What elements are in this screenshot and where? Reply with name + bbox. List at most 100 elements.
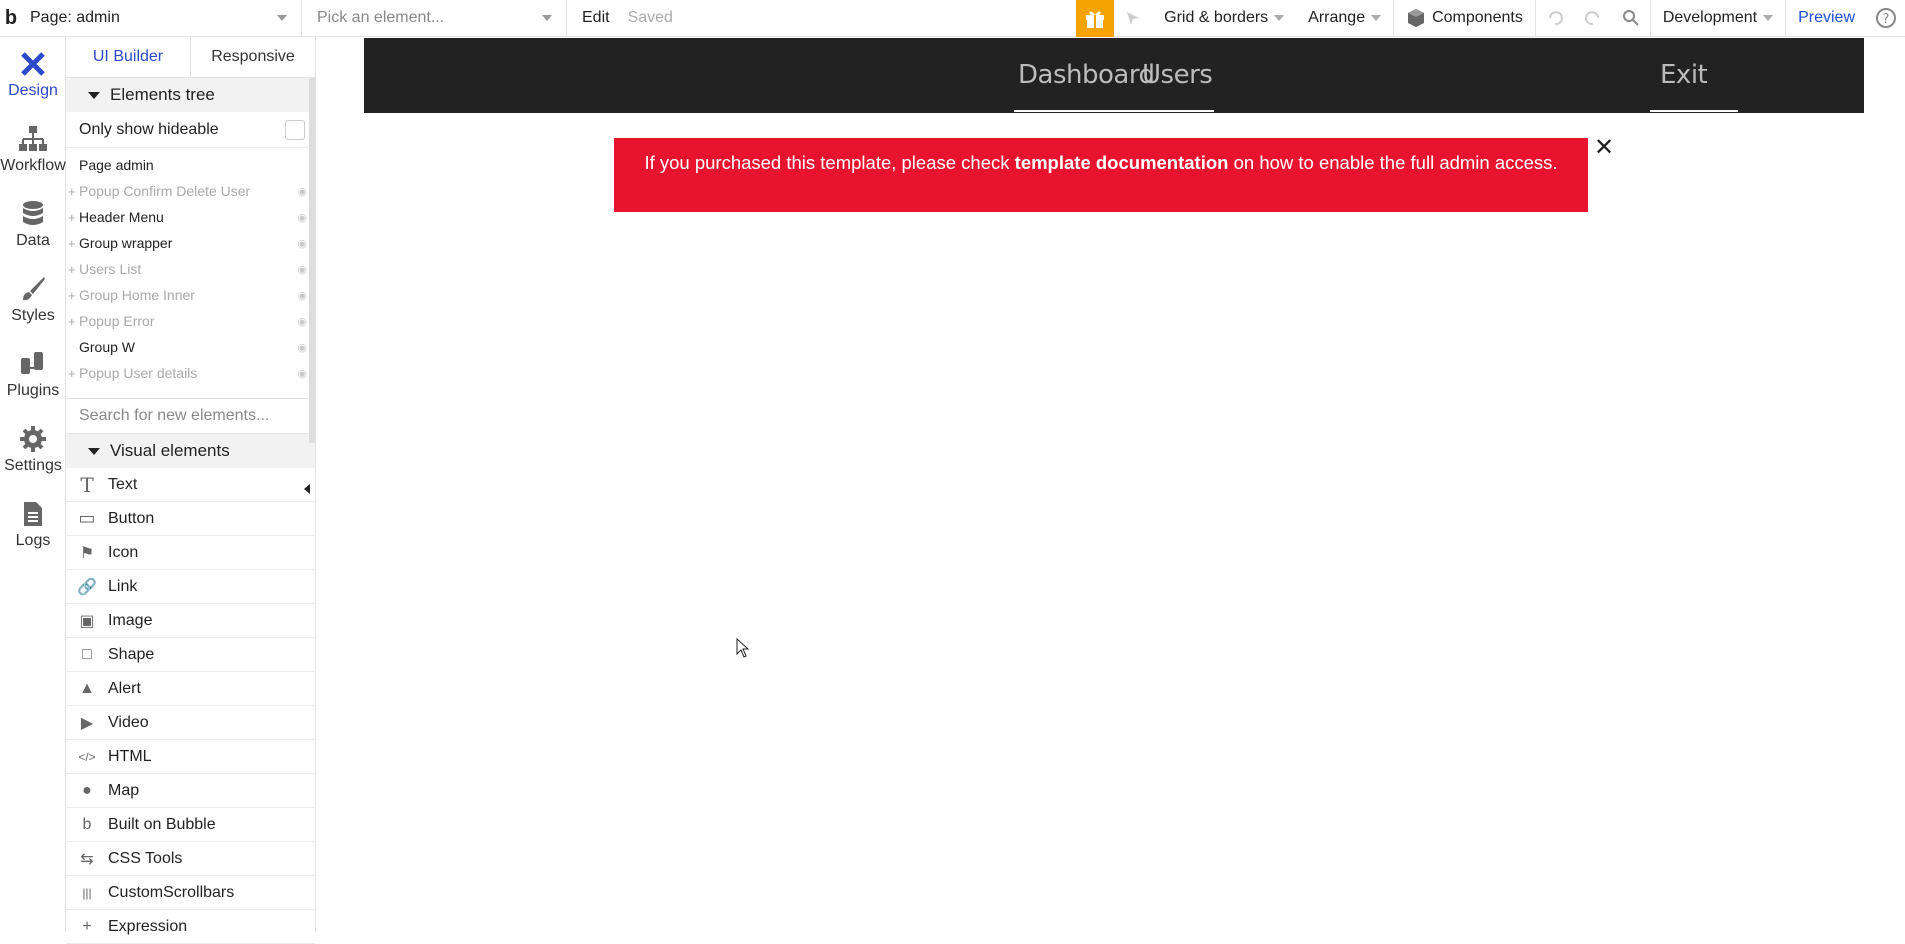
components-button[interactable]: Components xyxy=(1394,0,1535,37)
rail-workflow-label: Workflow xyxy=(0,156,66,174)
expand-plus-icon[interactable]: + xyxy=(68,262,76,277)
expand-plus-icon[interactable]: + xyxy=(68,288,76,303)
bubble-icon: b xyxy=(82,815,92,833)
visual-element-item[interactable]: ⚑ Icon xyxy=(66,536,315,570)
collapse-panel-icon[interactable] xyxy=(300,482,314,496)
elements-tree: Page admin + Popup Confirm Delete User ◉ + He… xyxy=(66,148,315,386)
tab-ui-builder[interactable]: UI Builder xyxy=(66,37,191,77)
visual-element-item[interactable]: ||| CustomScrollbars xyxy=(66,876,315,910)
select-mode-button[interactable] xyxy=(1114,0,1152,37)
eye-icon[interactable]: ◉ xyxy=(297,367,307,380)
element-picker[interactable]: Pick an element... xyxy=(302,0,567,37)
tree-item-label: Popup Error xyxy=(79,313,155,329)
image-icon: ▣ xyxy=(79,612,95,630)
triangle-down-icon xyxy=(88,91,100,99)
close-icon[interactable]: ✕ xyxy=(1594,136,1614,160)
tab-responsive[interactable]: Responsive xyxy=(191,37,315,77)
expand-plus-icon[interactable]: + xyxy=(68,366,76,381)
only-hideable-checkbox[interactable] xyxy=(285,119,305,140)
visual-element-label: HTML xyxy=(108,747,152,765)
nav-dashboard[interactable]: Dashboard xyxy=(1018,60,1155,90)
tree-item-label: Group wrapper xyxy=(79,235,173,251)
grid-borders-dropdown[interactable]: Grid & borders xyxy=(1152,0,1296,37)
visual-element-item[interactable]: ▭ Button xyxy=(66,502,315,536)
elements-tree-title: Elements tree xyxy=(110,85,215,104)
visual-element-item[interactable]: ▣ Image xyxy=(66,604,315,638)
redo-button[interactable] xyxy=(1574,0,1612,37)
rail-styles-label: Styles xyxy=(11,306,55,324)
eye-icon[interactable]: ◉ xyxy=(297,237,307,250)
expand-plus-icon[interactable]: + xyxy=(68,314,76,329)
elements-tree-header[interactable]: Elements tree xyxy=(66,78,315,112)
visual-element-label: Image xyxy=(108,611,153,629)
visual-element-item[interactable]: □ Shape xyxy=(66,638,315,672)
arrange-dropdown[interactable]: Arrange xyxy=(1296,0,1393,37)
rail-settings[interactable]: Settings xyxy=(0,412,66,487)
tree-item[interactable]: + Users List ◉ xyxy=(66,256,315,282)
eye-icon[interactable]: ◉ xyxy=(297,211,307,224)
alert-text-link[interactable]: template documentation xyxy=(1015,152,1229,173)
visual-elements-header[interactable]: Visual elements xyxy=(66,434,315,468)
preview-link[interactable]: Preview xyxy=(1786,9,1867,27)
tree-item[interactable]: + Popup Error ◉ xyxy=(66,308,315,334)
page-selector[interactable]: Page: admin xyxy=(22,0,302,37)
visual-element-item[interactable]: ▲ Alert xyxy=(66,672,315,706)
eye-icon[interactable]: ◉ xyxy=(297,263,307,276)
visual-element-item[interactable]: </> HTML xyxy=(66,740,315,774)
rail-design[interactable]: Design xyxy=(0,37,66,112)
chevron-down-icon xyxy=(277,14,287,21)
bubble-logo[interactable]: b xyxy=(0,0,22,37)
version-dropdown[interactable]: Development xyxy=(1651,0,1785,37)
tree-item[interactable]: Page admin xyxy=(66,152,315,178)
rail-data[interactable]: Data xyxy=(0,187,66,262)
visual-element-label: Shape xyxy=(108,645,155,663)
visual-element-item[interactable]: T Text xyxy=(66,468,315,502)
visual-element-item[interactable]: ▶ Video xyxy=(66,706,315,740)
eye-icon[interactable]: ◉ xyxy=(297,185,307,198)
only-hideable-label: Only show hideable xyxy=(79,120,219,138)
tree-item[interactable]: + Group wrapper ◉ xyxy=(66,230,315,256)
search-elements-input[interactable]: Search for new elements... xyxy=(66,398,315,434)
tree-item[interactable]: + Popup User details ◉ xyxy=(66,360,315,386)
rail-workflow[interactable]: Workflow xyxy=(0,112,66,187)
visual-element-label: CSS Tools xyxy=(108,849,183,867)
search-button[interactable] xyxy=(1612,0,1650,37)
design-canvas[interactable]: Dashboard Users Exit If you purchased th… xyxy=(316,37,1905,932)
edit-menu[interactable]: Edit xyxy=(582,9,610,27)
visual-element-label: Video xyxy=(108,713,149,731)
visual-element-label: CustomScrollbars xyxy=(108,883,235,901)
help-icon: ? xyxy=(1876,8,1896,28)
rail-plugins-label: Plugins xyxy=(6,381,60,399)
tree-item[interactable]: + Group Home Inner ◉ xyxy=(66,282,315,308)
rail-logs[interactable]: Logs xyxy=(0,487,66,562)
gift-button[interactable] xyxy=(1076,0,1115,37)
gear-icon xyxy=(20,425,46,452)
components-label: Components xyxy=(1432,9,1523,26)
cursor-arrow-icon xyxy=(1127,12,1140,25)
visual-element-item[interactable]: ● Map xyxy=(66,774,315,808)
tree-item-label: Page admin xyxy=(79,157,154,173)
expand-plus-icon[interactable]: + xyxy=(68,184,76,199)
rail-plugins[interactable]: Plugins xyxy=(0,337,66,412)
tree-item[interactable]: + Header Menu ◉ xyxy=(66,204,315,230)
panel-scrollbar[interactable] xyxy=(309,78,315,443)
rail-styles[interactable]: Styles xyxy=(0,262,66,337)
expand-plus-icon[interactable]: + xyxy=(68,210,76,225)
expand-plus-icon[interactable]: + xyxy=(68,236,76,251)
nav-exit[interactable]: Exit xyxy=(1660,60,1708,90)
tree-item[interactable]: + Popup Confirm Delete User ◉ xyxy=(66,178,315,204)
tree-item[interactable]: Group W ◉ xyxy=(66,334,315,360)
help-button[interactable]: ? xyxy=(1867,0,1905,37)
undo-button[interactable] xyxy=(1536,0,1574,37)
visual-element-label: Built on Bubble xyxy=(108,815,216,833)
visual-element-item[interactable]: ⇆ CSS Tools xyxy=(66,842,315,876)
visual-element-label: Icon xyxy=(108,543,139,561)
eye-icon[interactable]: ◉ xyxy=(297,315,307,328)
visual-element-item[interactable]: + Expression xyxy=(66,910,315,944)
visual-element-item[interactable]: b Built on Bubble xyxy=(66,808,315,842)
eye-icon[interactable]: ◉ xyxy=(297,289,307,302)
nav-users[interactable]: Users xyxy=(1142,60,1213,90)
eye-icon[interactable]: ◉ xyxy=(297,341,307,354)
visual-element-item[interactable]: 🔗 Link xyxy=(66,570,315,604)
visual-element-label: Map xyxy=(108,781,140,799)
